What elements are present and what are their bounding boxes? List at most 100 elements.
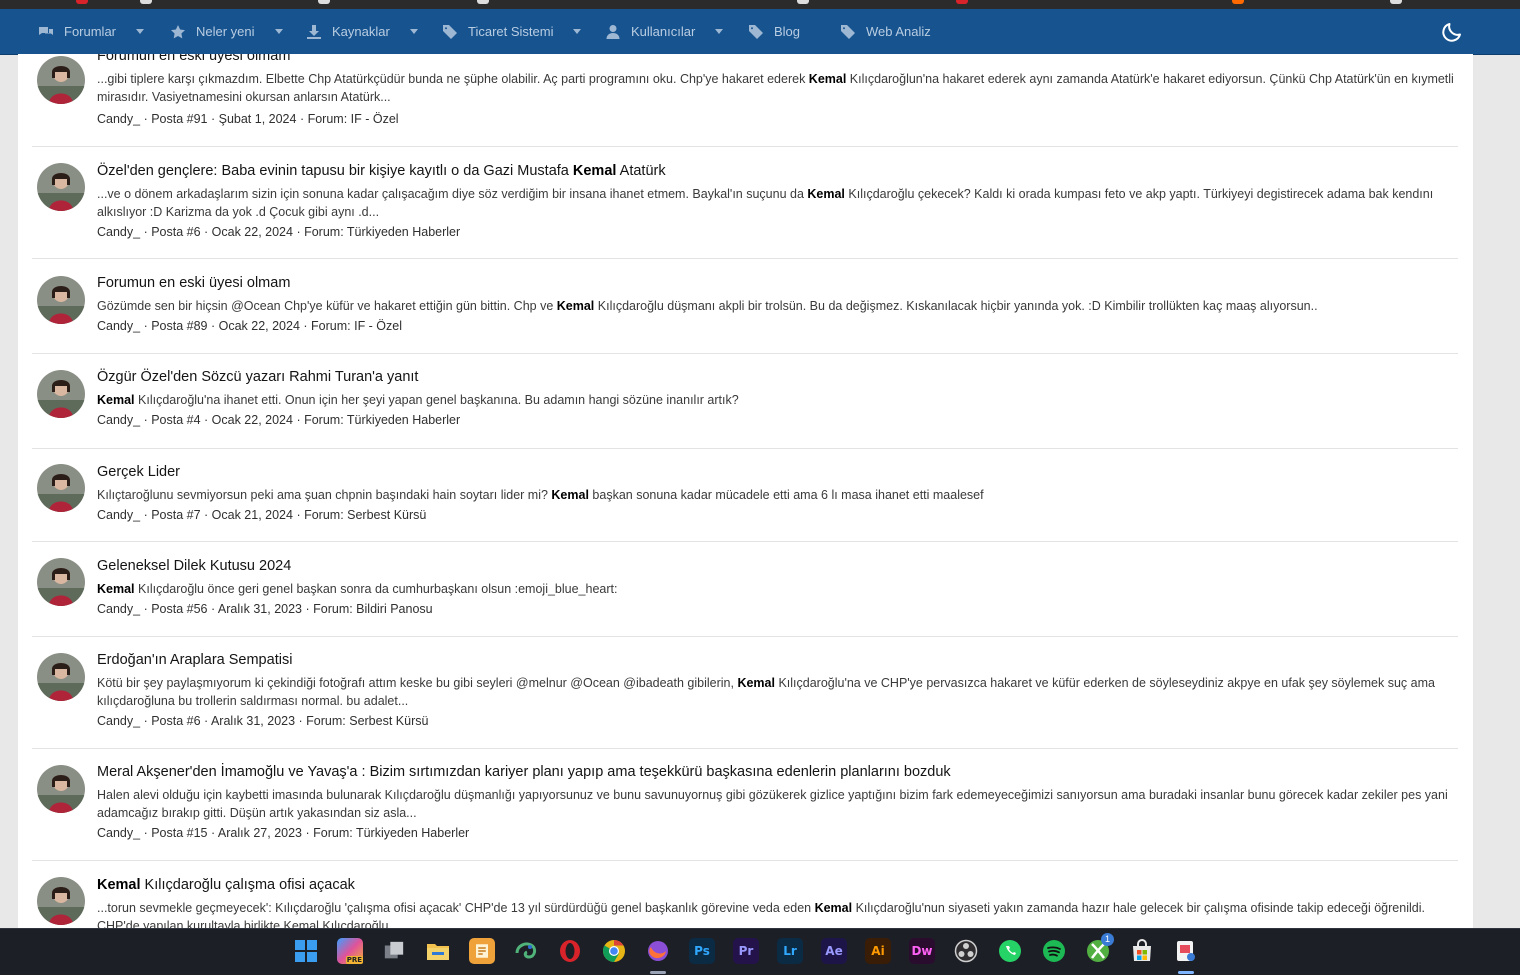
premiere-icon[interactable]: Pr [733,938,759,964]
nav-ticaret-sistemi[interactable]: Ticaret Sistemi [442,9,582,54]
date-link[interactable]: Ocak 21, 2024 [212,508,293,522]
avatar[interactable] [37,56,85,104]
star-icon [171,24,185,38]
result-title[interactable]: Forumun en eski üyesi olmam [97,54,290,64]
store-icon[interactable] [1129,938,1155,964]
after-effects-icon[interactable]: Ae [821,938,847,964]
avatar[interactable] [37,370,85,418]
result-title[interactable]: Forumun en eski üyesi olmam [97,275,290,291]
avatar[interactable] [37,765,85,813]
avatar[interactable] [37,464,85,512]
file-explorer-icon[interactable] [425,938,451,964]
post-link[interactable]: Posta #56 [151,602,207,616]
post-link[interactable]: Posta #6 [151,225,200,239]
date-link[interactable]: Ocak 22, 2024 [212,225,293,239]
avatar[interactable] [37,653,85,701]
search-result: Meral Akşener'den İmamoğlu ve Yavaş'a : … [32,749,1458,861]
date-link[interactable]: Şubat 1, 2024 [219,112,297,126]
forum-link[interactable]: Forum: Türkiyeden Haberler [304,225,460,239]
search-result: Özgür Özel'den Sözcü yazarı Rahmi Turan'… [32,354,1458,449]
author-link[interactable]: Candy_ [97,225,140,239]
result-title[interactable]: Özel'den gençlere: Baba evinin tapusu bi… [97,163,666,179]
avatar[interactable] [37,877,85,925]
opera-icon[interactable] [557,938,583,964]
result-title[interactable]: Özgür Özel'den Sözcü yazarı Rahmi Turan'… [97,369,418,385]
post-link[interactable]: Posta #91 [151,112,207,126]
nav-web-analiz[interactable]: Web Analiz [840,9,931,54]
task-view-icon[interactable] [381,938,407,964]
nav-forumlar[interactable]: Forumlar [38,9,145,54]
author-link[interactable]: Candy_ [97,112,140,126]
result-title[interactable]: Erdoğan'ın Araplara Sempatisi [97,652,292,668]
forum-link[interactable]: Forum: Serbest Kürsü [304,508,426,522]
search-result: Geleneksel Dilek Kutusu 2024 Kemal Kılıç… [32,542,1458,637]
copilot-icon[interactable]: PRE [337,938,363,964]
author-link[interactable]: Candy_ [97,413,140,427]
forum-link[interactable]: Forum: Serbest Kürsü [306,714,428,728]
chevron-down-icon[interactable] [274,29,283,34]
date-link[interactable]: Ocak 22, 2024 [219,319,300,333]
nav-kaynaklar[interactable]: Kaynaklar [306,9,418,54]
chevron-down-icon[interactable] [573,29,582,34]
search-result: Gerçek Lider Kılıçtaroğlunu sevmiyorsun … [32,449,1458,542]
post-link[interactable]: Posta #89 [151,319,207,333]
nav-label: Kaynaklar [332,24,390,39]
avatar[interactable] [37,163,85,211]
tab-favicon [477,0,489,4]
result-title[interactable]: Kemal Kılıçdaroğlu çalışma ofisi açacak [97,877,355,893]
post-link[interactable]: Posta #6 [151,714,200,728]
dreamweaver-icon[interactable]: Dw [909,938,935,964]
avatar[interactable] [37,276,85,324]
chameleon-icon[interactable] [513,938,539,964]
windows-start-icon[interactable] [293,938,319,964]
forum-link[interactable]: Forum: Bildiri Panosu [313,602,433,616]
firefox-icon[interactable] [645,938,671,964]
spotify-icon[interactable] [1041,938,1067,964]
author-link[interactable]: Candy_ [97,508,140,522]
result-meta: Candy_ · Posta #91 · Şubat 1, 2024 · For… [97,112,399,126]
author-link[interactable]: Candy_ [97,826,140,840]
forum-navbar: Forumlar Neler yeni Kaynaklar Ticaret Si… [0,9,1520,55]
photoshop-icon[interactable]: Ps [689,938,715,964]
post-link[interactable]: Posta #4 [151,413,200,427]
forum-link[interactable]: Forum: Türkiyeden Haberler [304,413,460,427]
chevron-down-icon[interactable] [136,29,145,34]
result-title[interactable]: Meral Akşener'den İmamoğlu ve Yavaş'a : … [97,764,951,780]
forum-link[interactable]: Forum: IF - Özel [308,112,399,126]
whatsapp-icon[interactable] [997,938,1023,964]
avatar[interactable] [37,558,85,606]
nav-label: Ticaret Sistemi [468,24,554,39]
browser-tab-strip [0,0,1520,9]
author-link[interactable]: Candy_ [97,602,140,616]
nav-label: Kullanıcılar [631,24,696,39]
notepad-icon[interactable] [469,938,495,964]
post-link[interactable]: Posta #7 [151,508,200,522]
forum-link[interactable]: Forum: IF - Özel [311,319,402,333]
illustrator-icon[interactable]: Ai [865,938,891,964]
date-link[interactable]: Ocak 22, 2024 [212,413,293,427]
chevron-down-icon[interactable] [409,29,418,34]
chrome-icon[interactable] [601,938,627,964]
nav-neler-yeni[interactable]: Neler yeni [170,9,283,54]
nav-kullanicilar[interactable]: Kullanıcılar [605,9,724,54]
nav-label: Forumlar [64,24,117,39]
result-meta: Candy_ · Posta #6 · Aralık 31, 2023 · Fo… [97,714,429,728]
search-result: Erdoğan'ın Araplara Sempatisi Kötü bir ş… [32,637,1458,749]
lightroom-icon[interactable]: Lr [777,938,803,964]
date-link[interactable]: Aralık 27, 2023 [218,826,302,840]
nav-blog[interactable]: Blog [748,9,800,54]
search-result: Özel'den gençlere: Baba evinin tapusu bi… [32,146,1458,259]
author-link[interactable]: Candy_ [97,714,140,728]
chevron-down-icon[interactable] [715,29,724,34]
snipping-tool-icon[interactable] [1173,938,1199,964]
post-link[interactable]: Posta #15 [151,826,207,840]
date-link[interactable]: Aralık 31, 2023 [218,602,302,616]
result-title[interactable]: Geleneksel Dilek Kutusu 2024 [97,558,291,574]
result-title[interactable]: Gerçek Lider [97,464,180,480]
date-link[interactable]: Aralık 31, 2023 [211,714,295,728]
author-link[interactable]: Candy_ [97,319,140,333]
moon-icon[interactable] [1440,20,1464,44]
tab-favicon [140,0,152,4]
obs-icon[interactable] [953,938,979,964]
forum-link[interactable]: Forum: Türkiyeden Haberler [313,826,469,840]
